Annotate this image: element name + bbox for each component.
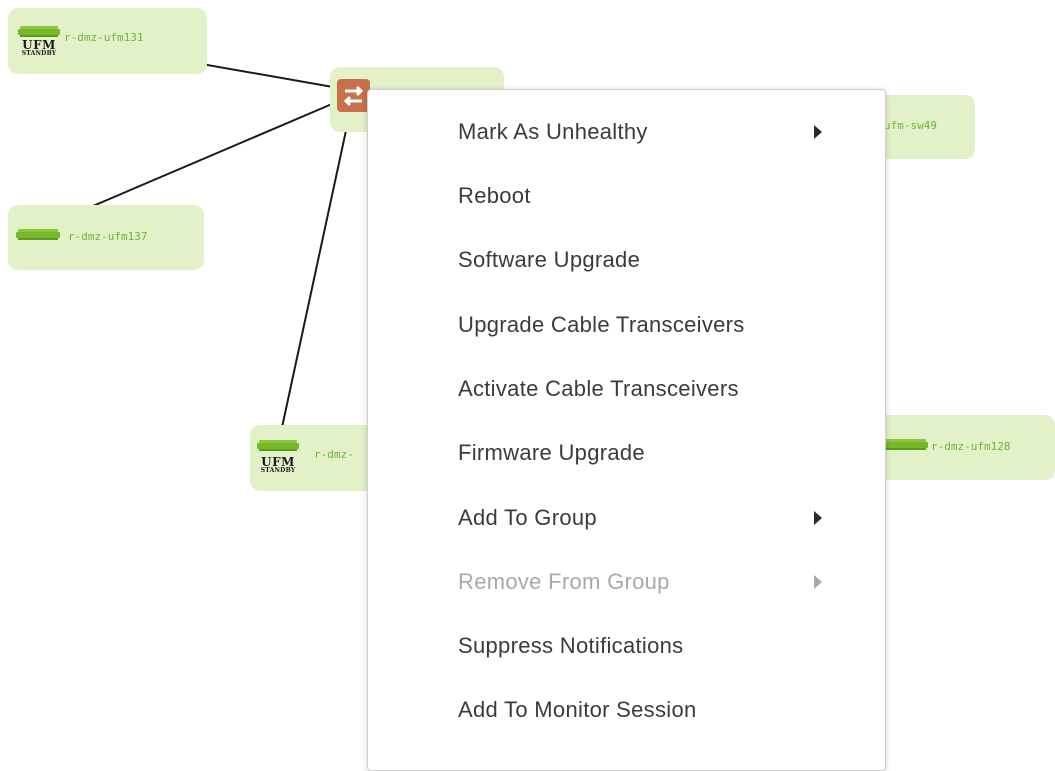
menu-item-firmware-upgrade[interactable]: Firmware Upgrade [368,421,885,485]
menu-item-upgrade-cable-transceivers[interactable]: Upgrade Cable Transceivers [368,293,885,357]
node-r-dmz-ufm128[interactable]: r-dmz-ufm128 [870,415,1055,480]
submenu-arrow-icon [814,125,822,139]
menu-item-label: Suppress Notifications [458,633,684,658]
node-label: ufm-sw49 [884,119,937,132]
node-label: r-dmz-ufm128 [931,440,1011,453]
switch-icon [337,79,370,112]
link-ufm-lower-switch [277,111,351,447]
menu-item-label: Upgrade Cable Transceivers [458,312,745,337]
server-icon [884,439,928,450]
menu-item-label: Mark As Unhealthy [458,119,648,144]
menu-item-label: Add To Monitor Session [458,697,697,722]
menu-item-label: Remove From Group [458,569,670,594]
menu-item-add-to-monitor-session[interactable]: Add To Monitor Session [368,678,885,742]
node-label: r-dmz-ufm137 [68,230,148,243]
menu-item-suppress-notifications[interactable]: Suppress Notifications [368,614,885,678]
node-label: r-dmz- [314,448,354,461]
ufm-standby-badge: UFM STANDBY [21,38,57,57]
menu-item-label: Activate Cable Transceivers [458,376,739,401]
menu-item-activate-cable-transceivers[interactable]: Activate Cable Transceivers [368,357,885,421]
menu-item-software-upgrade[interactable]: Software Upgrade [368,228,885,292]
submenu-arrow-icon [814,511,822,525]
server-icon [257,440,299,451]
menu-item-remove-from-group: Remove From Group [368,550,885,614]
server-icon [16,229,60,240]
arrows-exchange-icon [343,85,364,107]
menu-item-mark-as-unhealthy[interactable]: Mark As Unhealthy [368,100,885,164]
menu-item-label: Add To Group [458,505,597,530]
menu-item-add-to-group[interactable]: Add To Group [368,486,885,550]
menu-item-label: Firmware Upgrade [458,440,645,465]
menu-item-reboot[interactable]: Reboot [368,164,885,228]
node-label: r-dmz-ufm131 [64,31,144,44]
node-r-dmz-ufm137[interactable]: r-dmz-ufm137 [8,205,204,270]
server-icon [18,26,60,37]
menu-item-label: Reboot [458,183,531,208]
node-r-dmz-ufm131[interactable]: UFM STANDBY r-dmz-ufm131 [8,8,207,74]
context-menu: Mark As Unhealthy Reboot Software Upgrad… [367,89,886,771]
node-r-dmz-ufm-standby[interactable]: UFM STANDBY r-dmz- [250,425,380,491]
menu-item-label: Software Upgrade [458,247,641,272]
ufm-standby-badge: UFM STANDBY [260,455,296,474]
submenu-arrow-icon [814,575,822,589]
